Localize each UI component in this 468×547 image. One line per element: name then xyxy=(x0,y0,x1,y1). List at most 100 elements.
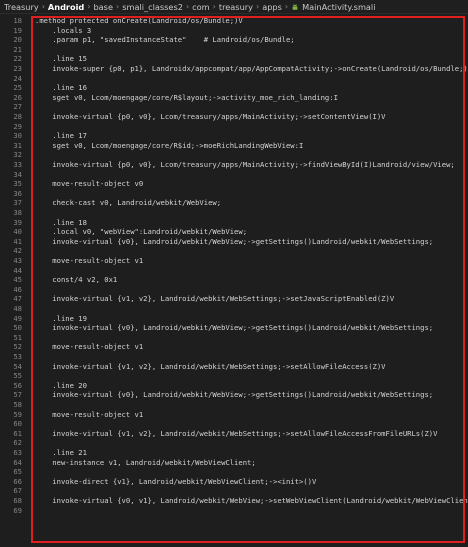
code-line[interactable]: 25 .line 16 xyxy=(0,83,468,93)
code-line[interactable]: 33 invoke-virtual {p0, v0}, Lcom/treasur… xyxy=(0,160,468,170)
code-text: .line 19 xyxy=(35,313,87,323)
line-number: 39 xyxy=(13,217,22,227)
line-number: 50 xyxy=(13,323,22,333)
code-line[interactable]: 67 xyxy=(0,486,468,496)
code-line[interactable]: 32 xyxy=(0,150,468,160)
code-line[interactable]: 56 .line 20 xyxy=(0,381,468,391)
breadcrumb-item-treasury[interactable]: Treasury xyxy=(4,2,39,12)
breadcrumb-item-base[interactable]: base xyxy=(93,2,113,12)
line-number: 40 xyxy=(13,227,22,237)
breadcrumb-item-apps[interactable]: apps xyxy=(262,2,282,12)
breadcrumb-item-com[interactable]: com xyxy=(192,2,210,12)
code-text: invoke-direct {v1}, Landroid/webkit/WebV… xyxy=(35,476,317,486)
line-number: 65 xyxy=(13,467,22,477)
code-line[interactable]: 27 xyxy=(0,102,468,112)
code-text: .line 16 xyxy=(35,83,87,93)
line-number: 38 xyxy=(13,208,22,217)
code-text: invoke-virtual {v0, v1}, Landroid/webkit… xyxy=(35,496,468,505)
code-line[interactable]: 20 .param p1, "savedInstanceState" # Lan… xyxy=(0,35,468,45)
code-line[interactable]: 24 xyxy=(0,74,468,84)
code-text: move-result-object v0 xyxy=(35,179,144,189)
line-number: 25 xyxy=(13,83,22,93)
line-number: 53 xyxy=(13,352,22,361)
code-line[interactable]: 26 sget v0, Lcom/moengage/core/R$layout;… xyxy=(0,93,468,103)
code-line[interactable]: 66 invoke-direct {v1}, Landroid/webkit/W… xyxy=(0,477,468,487)
code-line[interactable]: 41 invoke-virtual {v0}, Landroid/webkit/… xyxy=(0,237,468,247)
code-line[interactable]: 28 invoke-virtual {p0, v0}, Lcom/treasur… xyxy=(0,112,468,122)
code-line[interactable]: 31 sget v0, Lcom/moengage/core/R$id;->mo… xyxy=(0,141,468,151)
code-line[interactable]: 29 xyxy=(0,122,468,132)
code-line[interactable]: 36 xyxy=(0,189,468,199)
code-text: invoke-virtual {v0}, Landroid/webkit/Web… xyxy=(35,236,434,246)
code-line[interactable]: 37 check-cast v0, Landroid/webkit/WebVie… xyxy=(0,198,468,208)
code-line[interactable]: 21 xyxy=(0,45,468,55)
code-line[interactable]: 50 invoke-virtual {v0}, Landroid/webkit/… xyxy=(0,323,468,333)
breadcrumb-separator: › xyxy=(284,2,289,11)
breadcrumb-item-android[interactable]: Android xyxy=(48,2,84,12)
code-line[interactable]: 23 invoke-super {p0, p1}, Landroidx/appc… xyxy=(0,64,468,74)
breadcrumb-item-smali-classes2[interactable]: smali_classes2 xyxy=(122,2,183,12)
code-line[interactable]: 46 xyxy=(0,285,468,295)
code-text: .method protected onCreate(Landroid/os/B… xyxy=(35,16,243,25)
code-text: sget v0, Lcom/moengage/core/R$layout;->a… xyxy=(35,92,338,102)
code-line[interactable]: 64 new-instance v1, Landroid/webkit/WebV… xyxy=(0,458,468,468)
line-number: 26 xyxy=(13,92,22,102)
code-line[interactable]: 55 xyxy=(0,371,468,381)
code-line[interactable]: 63 .line 21 xyxy=(0,448,468,458)
code-line[interactable]: 44 xyxy=(0,266,468,276)
line-number: 19 xyxy=(13,25,22,35)
code-line[interactable]: 19 .locals 3 xyxy=(0,26,468,36)
code-line[interactable]: 51 xyxy=(0,333,468,343)
code-line[interactable]: 61 invoke-virtual {v1, v2}, Landroid/web… xyxy=(0,429,468,439)
code-line[interactable]: 52 move-result-object v1 xyxy=(0,342,468,352)
code-text: move-result-object v1 xyxy=(35,342,144,352)
code-line[interactable]: 45 const/4 v2, 0x1 xyxy=(0,275,468,285)
code-line[interactable]: 57 invoke-virtual {v0}, Landroid/webkit/… xyxy=(0,390,468,400)
line-number: 51 xyxy=(13,332,22,342)
code-line[interactable]: 35 move-result-object v0 xyxy=(0,179,468,189)
line-number: 29 xyxy=(13,121,22,131)
line-number: 30 xyxy=(13,131,22,141)
line-number: 52 xyxy=(13,342,22,352)
code-line[interactable]: 38 xyxy=(0,208,468,218)
code-line[interactable]: 42 xyxy=(0,246,468,256)
breadcrumb-separator: › xyxy=(255,2,260,11)
line-number: 20 xyxy=(13,35,22,45)
line-number: 24 xyxy=(13,73,22,83)
code-line[interactable]: 59 move-result-object v1 xyxy=(0,410,468,420)
code-editor[interactable]: 18 .method protected onCreate(Landroid/os… xyxy=(0,15,468,547)
code-line[interactable]: 60 xyxy=(0,419,468,429)
code-line[interactable]: 48 xyxy=(0,304,468,314)
code-line[interactable]: 69 xyxy=(0,506,468,516)
breadcrumb-item-treasury-pkg[interactable]: treasury xyxy=(219,2,253,12)
breadcrumb-separator: › xyxy=(212,2,216,11)
code-line[interactable]: 58 xyxy=(0,400,468,410)
code-line[interactable]: 43 move-result-object v1 xyxy=(0,256,468,266)
breadcrumb-separator: › xyxy=(87,2,91,11)
line-number: 60 xyxy=(13,419,22,429)
code-line[interactable]: 47 invoke-virtual {v1, v2}, Landroid/web… xyxy=(0,294,468,304)
code-line[interactable]: 62 xyxy=(0,438,468,448)
code-text: new-instance v1, Landroid/webkit/WebView… xyxy=(35,457,256,467)
code-line[interactable]: 68 invoke-virtual {v0, v1}, Landroid/web… xyxy=(0,496,468,506)
line-number: 36 xyxy=(13,188,22,198)
code-text: .local v0, "webView":Landroid/webkit/Web… xyxy=(35,227,248,237)
code-line[interactable]: 30 .line 17 xyxy=(0,131,468,141)
code-line[interactable]: 34 xyxy=(0,170,468,180)
code-text: move-result-object v1 xyxy=(35,409,144,419)
breadcrumb-item-file[interactable]: MainActivity.smali xyxy=(302,2,375,12)
code-line[interactable]: 39 .line 18 xyxy=(0,218,468,228)
code-line[interactable]: 65 xyxy=(0,467,468,477)
code-line[interactable]: 40 .local v0, "webView":Landroid/webkit/… xyxy=(0,227,468,237)
code-line[interactable]: 22 .line 15 xyxy=(0,54,468,64)
code-line[interactable]: 53 xyxy=(0,352,468,362)
code-line[interactable]: 49 .line 19 xyxy=(0,314,468,324)
line-number: 43 xyxy=(13,256,22,265)
line-number: 69 xyxy=(13,505,22,515)
code-text: invoke-virtual {v0}, Landroid/webkit/Web… xyxy=(35,323,434,333)
line-number: 32 xyxy=(13,150,22,160)
line-number: 57 xyxy=(13,390,22,400)
code-line[interactable]: 54 invoke-virtual {v1, v2}, Landroid/web… xyxy=(0,362,468,372)
code-line[interactable]: 18 .method protected onCreate(Landroid/os… xyxy=(0,16,468,26)
line-number: 48 xyxy=(13,304,22,313)
